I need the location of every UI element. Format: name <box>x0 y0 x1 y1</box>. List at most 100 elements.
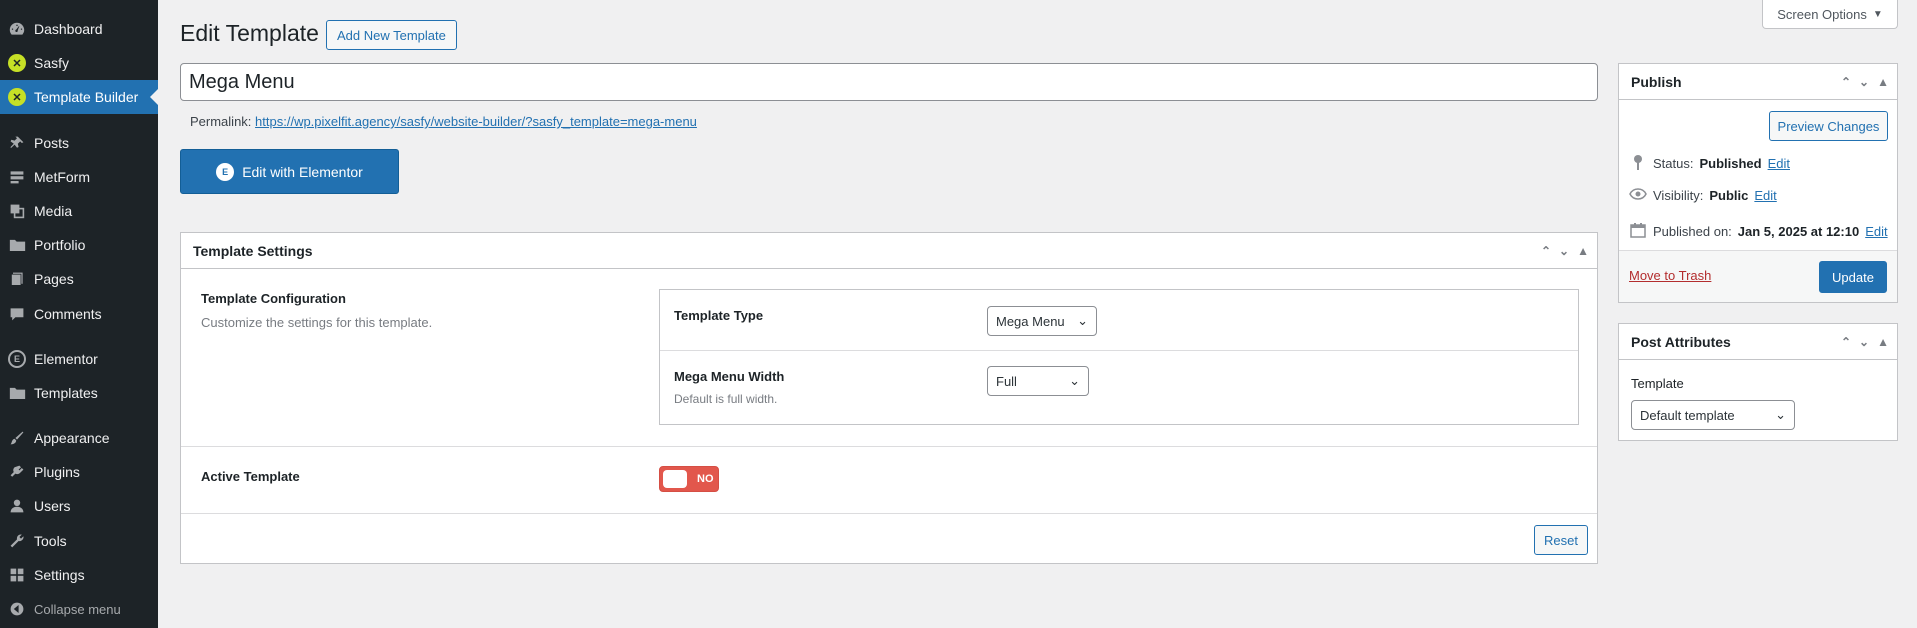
elementor-icon: E <box>216 162 235 181</box>
publish-actions: Move to Trash Update <box>1619 250 1897 302</box>
edit-with-elementor-button[interactable]: E Edit with Elementor <box>180 149 399 194</box>
move-down-icon[interactable]: ⌄ <box>1859 75 1869 89</box>
sidebar-item-label: Dashboard <box>34 21 103 37</box>
collapse-menu-label: Collapse menu <box>34 601 121 617</box>
pages-icon <box>0 271 34 287</box>
dashboard-icon <box>0 20 34 38</box>
sidebar-item-template-builder[interactable]: ✕ Template Builder <box>0 80 158 114</box>
toggle-panel-icon[interactable]: ▲ <box>1877 335 1889 349</box>
mega-menu-width-select[interactable]: Full ⌄ <box>987 366 1089 396</box>
template-settings-box: Template Settings ⌃ ⌄ ▲ Template Configu… <box>180 232 1598 564</box>
collapse-menu-button[interactable]: Collapse menu <box>0 592 158 626</box>
sidebar-item-pages[interactable]: Pages <box>0 262 158 296</box>
visibility-row: Visibility: Public Edit <box>1629 188 1777 203</box>
template-type-value: Mega Menu <box>996 313 1065 329</box>
preview-changes-button[interactable]: Preview Changes <box>1769 111 1888 141</box>
publish-title: Publish <box>1631 73 1682 90</box>
folder-icon <box>0 385 34 401</box>
sidebar-item-portfolio[interactable]: Portfolio <box>0 228 158 262</box>
sidebar-item-label: Template Builder <box>34 89 139 105</box>
sidebar-item-metform[interactable]: MetForm <box>0 160 158 194</box>
template-label: Template <box>1631 376 1684 391</box>
caret-down-icon: ▼ <box>1872 8 1883 20</box>
move-down-icon[interactable]: ⌄ <box>1859 335 1869 349</box>
published-on-label: Published on: <box>1653 224 1732 239</box>
move-up-icon[interactable]: ⌃ <box>1841 335 1851 349</box>
sidebar-item-label: Tools <box>34 533 67 549</box>
permalink: Permalink: https://wp.pixelfit.agency/sa… <box>190 114 697 129</box>
status-label: Status: <box>1653 156 1694 171</box>
chevron-down-icon: ⌄ <box>1775 407 1786 422</box>
mega-menu-width-desc: Default is full width. <box>674 392 778 406</box>
sidebar-item-sasfy[interactable]: ✕ Sasfy <box>0 46 158 80</box>
update-button[interactable]: Update <box>1819 261 1887 293</box>
template-configuration-title: Template Configuration <box>201 291 346 306</box>
sidebar-item-label: Settings <box>34 567 85 583</box>
add-new-template-button[interactable]: Add New Template <box>326 20 457 50</box>
sidebar-item-settings[interactable]: Settings <box>0 558 158 592</box>
toggle-panel-icon[interactable]: ▲ <box>1577 244 1589 258</box>
reset-button[interactable]: Reset <box>1534 525 1588 555</box>
permalink-link[interactable]: https://wp.pixelfit.agency/sasfy/website… <box>255 114 697 129</box>
post-attributes-header: Post Attributes ⌃ ⌄ ▲ <box>1619 324 1897 360</box>
move-up-icon[interactable]: ⌃ <box>1841 75 1851 89</box>
admin-sidebar: Dashboard ✕ Sasfy ✕ Template Builder Pos… <box>0 0 158 628</box>
pin-icon <box>1629 154 1647 173</box>
screen-options-button[interactable]: Screen Options ▼ <box>1762 0 1898 29</box>
toggle-panel-icon[interactable]: ▲ <box>1877 75 1889 89</box>
sidebar-item-plugins[interactable]: Plugins <box>0 455 158 489</box>
template-fields: Template Type Mega Menu ⌄ Mega Menu Widt… <box>659 289 1579 425</box>
template-settings-title: Template Settings <box>193 242 313 259</box>
sidebar-item-templates[interactable]: Templates <box>0 376 158 410</box>
sidebar-item-label: Comments <box>34 306 102 322</box>
published-on-edit-link[interactable]: Edit <box>1865 224 1887 239</box>
form-icon <box>0 169 34 185</box>
sidebar-item-media[interactable]: Media <box>0 194 158 228</box>
sasfy-icon: ✕ <box>8 88 26 106</box>
plugin-icon <box>0 464 34 480</box>
active-template-label: Active Template <box>201 469 300 484</box>
toggle-knob <box>663 470 687 488</box>
sidebar-item-comments[interactable]: Comments <box>0 297 158 331</box>
page-title: Edit Template <box>180 20 319 46</box>
media-icon <box>0 203 34 219</box>
eye-icon <box>1629 188 1647 203</box>
active-template-toggle[interactable]: NO <box>659 466 719 492</box>
sidebar-item-label: Posts <box>34 135 70 151</box>
move-up-icon[interactable]: ⌃ <box>1541 244 1551 258</box>
sidebar-item-posts[interactable]: Posts <box>0 126 158 160</box>
template-configuration-desc: Customize the settings for this template… <box>201 315 433 330</box>
sidebar-item-elementor[interactable]: E Elementor <box>0 342 158 376</box>
template-type-select[interactable]: Mega Menu ⌄ <box>987 306 1097 336</box>
post-attributes-title: Post Attributes <box>1631 333 1731 350</box>
sidebar-item-label: Templates <box>34 385 98 401</box>
sidebar-item-label: Appearance <box>34 430 110 446</box>
move-to-trash-link[interactable]: Move to Trash <box>1629 268 1711 283</box>
sidebar-item-label: Elementor <box>34 351 98 367</box>
post-title-input[interactable]: Mega Menu <box>180 63 1598 101</box>
visibility-edit-link[interactable]: Edit <box>1754 188 1776 203</box>
visibility-label: Visibility: <box>1653 188 1704 203</box>
sidebar-item-dashboard[interactable]: Dashboard <box>0 12 158 46</box>
page-template-value: Default template <box>1640 407 1735 423</box>
toggle-state-text: NO <box>697 473 714 485</box>
calendar-icon <box>1629 222 1647 241</box>
move-down-icon[interactable]: ⌄ <box>1559 244 1569 258</box>
sidebar-item-users[interactable]: Users <box>0 489 158 523</box>
divider <box>181 513 1597 514</box>
screen-options-label: Screen Options <box>1777 6 1867 22</box>
folder-icon <box>0 237 34 253</box>
sidebar-item-label: Pages <box>34 271 74 287</box>
visibility-value: Public <box>1709 188 1749 203</box>
sidebar-item-tools[interactable]: Tools <box>0 524 158 558</box>
permalink-label: Permalink: <box>190 114 252 129</box>
page-template-select[interactable]: Default template ⌄ <box>1631 400 1795 430</box>
sidebar-item-label: Portfolio <box>34 237 86 253</box>
wrench-icon <box>0 533 34 549</box>
template-type-label: Template Type <box>674 308 764 323</box>
published-on-value: Jan 5, 2025 at 12:10 <box>1737 224 1860 239</box>
chevron-down-icon: ⌄ <box>1077 313 1088 328</box>
status-edit-link[interactable]: Edit <box>1768 156 1790 171</box>
sidebar-item-label: Sasfy <box>34 55 70 71</box>
sidebar-item-appearance[interactable]: Appearance <box>0 421 158 455</box>
